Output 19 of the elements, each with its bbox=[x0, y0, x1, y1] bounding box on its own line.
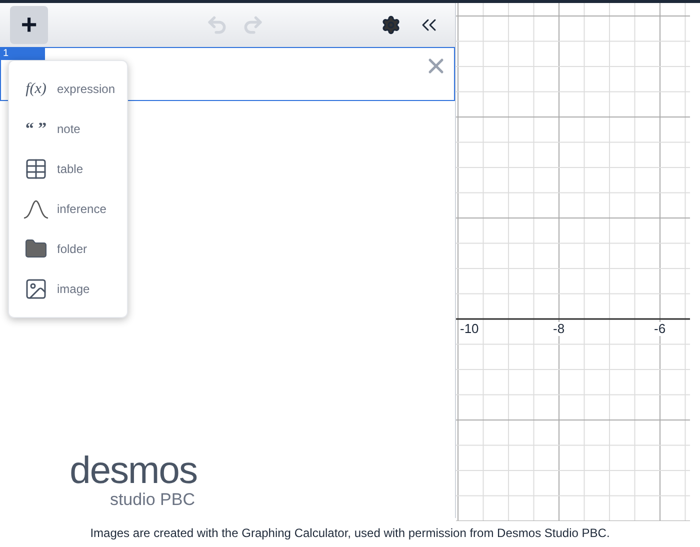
logo-subtitle: studio PBC bbox=[110, 491, 196, 509]
logo-wordmark: desmos bbox=[70, 451, 197, 491]
axis-tick-label: -6 bbox=[654, 322, 666, 336]
axis-tick-label: -10 bbox=[460, 322, 479, 336]
menu-item[interactable]: folder bbox=[9, 229, 127, 269]
caption: Images are created with the Graphing Calculator, used with permission from Desmos Studio PBC. bbox=[90, 524, 610, 542]
undo-icon[interactable] bbox=[206, 14, 228, 36]
add-button[interactable]: + bbox=[10, 6, 48, 44]
menu-item[interactable]: inference bbox=[9, 189, 127, 229]
bell-curve-icon bbox=[23, 199, 49, 219]
menu-item[interactable]: image bbox=[9, 269, 127, 309]
axis-tick-label: -8 bbox=[553, 322, 565, 336]
settings-icon[interactable] bbox=[381, 14, 401, 34]
expression-index: 1 bbox=[1, 48, 45, 60]
quote-icon: “ ” bbox=[23, 116, 49, 142]
menu-item[interactable]: table bbox=[9, 149, 127, 189]
function-icon: f(x) bbox=[23, 78, 49, 100]
redo-icon[interactable] bbox=[242, 14, 264, 36]
menu-item[interactable]: “ ” note bbox=[9, 109, 127, 149]
